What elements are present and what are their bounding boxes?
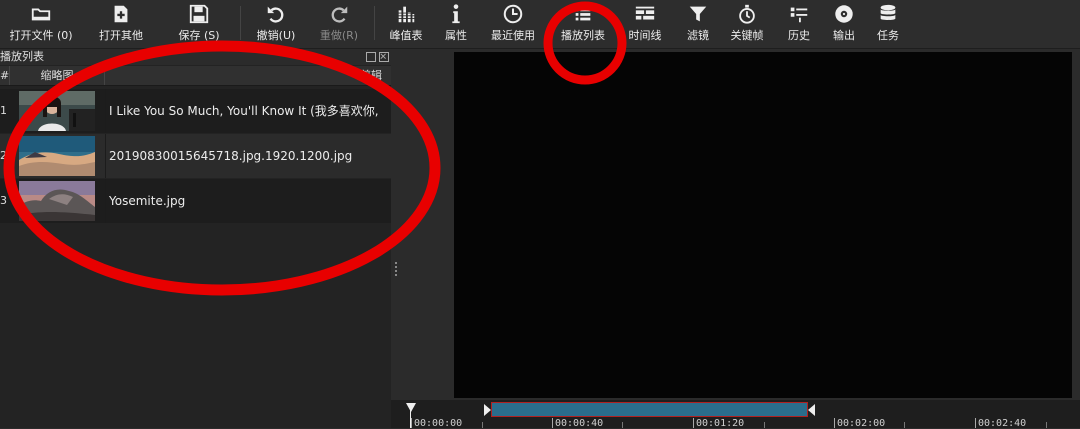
playlist-row[interactable]: 3 Yosemite.jpg [0, 179, 391, 223]
header-clip[interactable]: 剪辑 [105, 66, 391, 85]
playlist-panel: 播放列表 # 缩略图 剪辑 1 I Like You So Much, You'… [0, 49, 391, 428]
filter-button[interactable]: 滤镜 [678, 0, 718, 46]
history-label: 历史 [788, 29, 810, 42]
header-thumbnail[interactable]: 缩略图 [10, 66, 105, 85]
export-disc-icon [832, 2, 856, 26]
yosemite-thumbnail [19, 181, 95, 221]
row-number: 1 [0, 104, 7, 117]
peak-meter-button[interactable]: 峰值表 [384, 0, 428, 46]
redo-label: 重做(R) [319, 29, 359, 42]
time-tick-label: 00:02:00 [837, 418, 886, 429]
keyframes-label: 关键帧 [730, 29, 764, 42]
close-panel-icon[interactable] [379, 52, 389, 62]
history-button[interactable]: 历史 [780, 0, 818, 46]
open-other-button[interactable]: 打开其他 [86, 0, 156, 46]
in-out-range[interactable] [491, 402, 808, 417]
clock-icon [501, 2, 525, 26]
main-toolbar: 打开文件 (0) 打开其他 保存 (S) 撤销(U) 重做(R) 峰值表 属性 … [0, 0, 1080, 49]
save-label: 保存 (S) [178, 29, 220, 42]
landscape-thumbnail [19, 136, 95, 176]
undo-button[interactable]: 撤销(U) [246, 0, 306, 46]
history-icon [787, 2, 811, 26]
jobs-button[interactable]: 任务 [870, 0, 906, 46]
jobs-label: 任务 [877, 29, 899, 42]
minor-tick [1046, 422, 1047, 428]
row-number: 3 [0, 194, 7, 207]
row-divider [105, 179, 106, 223]
folder-open-icon [29, 2, 53, 26]
time-tick: 00:02:40 [975, 418, 1026, 429]
playlist-icon [571, 2, 595, 26]
export-label: 输出 [833, 29, 855, 42]
time-tick-label: 00:01:20 [696, 418, 745, 429]
open-other-icon [109, 2, 133, 26]
time-tick: 00:02:00 [834, 418, 885, 429]
properties-button[interactable]: 属性 [436, 0, 476, 46]
filter-label: 滤镜 [687, 29, 709, 42]
minor-tick [764, 422, 765, 428]
toolbar-separator [240, 6, 241, 40]
recent-button[interactable]: 最近使用 [484, 0, 542, 46]
playlist-button[interactable]: 播放列表 [554, 0, 612, 46]
time-tick-label: 00:02:40 [978, 418, 1027, 429]
save-icon [187, 2, 211, 26]
properties-label: 属性 [445, 29, 467, 42]
row-number: 2 [0, 149, 7, 162]
database-stack-icon [876, 2, 900, 26]
clip-name: Yosemite.jpg [109, 194, 186, 208]
panel-splitter[interactable] [391, 49, 453, 400]
recent-label: 最近使用 [491, 29, 535, 42]
info-icon [444, 2, 468, 26]
export-button[interactable]: 输出 [826, 0, 862, 46]
playlist-panel-titlebar: 播放列表 [0, 49, 391, 65]
peak-meter-label: 峰值表 [389, 29, 423, 42]
float-panel-icon[interactable] [366, 52, 376, 62]
header-num[interactable]: # [0, 66, 10, 85]
in-point-handle[interactable] [484, 404, 491, 416]
splitter-grip-icon[interactable] [395, 262, 397, 278]
out-point-handle[interactable] [808, 404, 815, 416]
playlist-row[interactable]: 2 20190830015645718.jpg.1920.1200.jpg [0, 134, 391, 178]
undo-label: 撤销(U) [256, 29, 296, 42]
minor-tick [482, 422, 483, 428]
undo-icon [264, 2, 288, 26]
time-tick-label: 00:00:00 [414, 418, 463, 429]
filter-icon [686, 2, 710, 26]
open-file-label: 打开文件 (0) [9, 29, 73, 42]
time-tick: 00:00:00 [411, 418, 462, 429]
peak-meter-icon [394, 2, 418, 26]
clip-name: 20190830015645718.jpg.1920.1200.jpg [109, 149, 353, 163]
open-file-button[interactable]: 打开文件 (0) [4, 0, 78, 46]
minor-tick [622, 422, 623, 428]
clip-name: I Like You So Much, You'll Know It (我多喜欢… [109, 104, 379, 118]
video-viewer[interactable] [454, 52, 1072, 398]
minor-tick [904, 422, 905, 428]
timeline-label: 时间线 [628, 29, 662, 42]
playlist-row[interactable]: 1 I Like You So Much, You'll Know It (我多… [0, 89, 391, 133]
open-other-label: 打开其他 [99, 29, 143, 42]
playhead-icon[interactable] [406, 403, 416, 412]
portrait-thumbnail [19, 91, 95, 131]
time-tick: 00:01:20 [693, 418, 744, 429]
toolbar-separator [374, 6, 375, 40]
playlist-header: # 缩略图 剪辑 [0, 66, 391, 86]
timeline-icon [633, 2, 657, 26]
row-divider [105, 89, 106, 133]
redo-button[interactable]: 重做(R) [310, 0, 368, 46]
row-divider [105, 134, 106, 178]
keyframes-button[interactable]: 关键帧 [724, 0, 770, 46]
stopwatch-icon [735, 2, 759, 26]
timeline-button[interactable]: 时间线 [622, 0, 668, 46]
save-button[interactable]: 保存 (S) [164, 0, 234, 46]
time-tick-label: 00:00:40 [555, 418, 604, 429]
redo-icon [327, 2, 351, 26]
playlist-panel-title: 播放列表 [0, 50, 44, 63]
time-tick: 00:00:40 [552, 418, 603, 429]
playlist-label: 播放列表 [561, 29, 605, 42]
